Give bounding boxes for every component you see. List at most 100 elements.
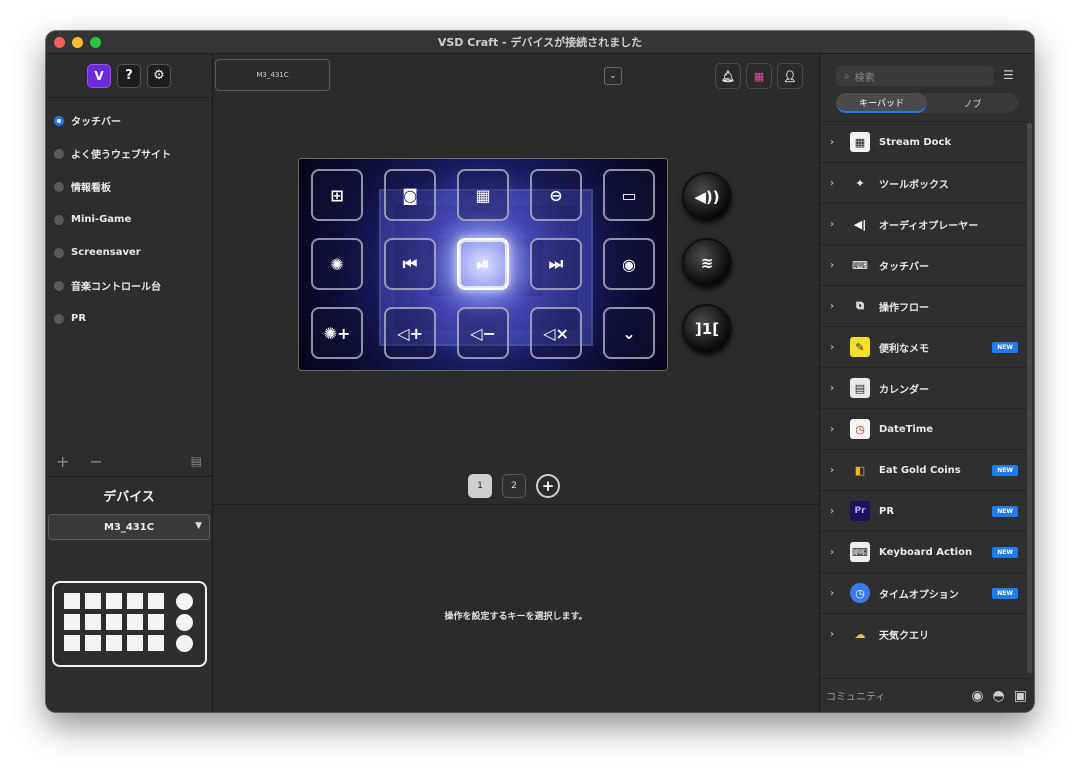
profile-item-touchbar[interactable]: タッチバー — [46, 104, 212, 137]
plugin-label: Eat Gold Coins — [879, 464, 961, 476]
plugin-label: ツールボックス — [879, 179, 949, 191]
settings-button[interactable]: ⚙ — [147, 63, 171, 88]
plugin-item[interactable]: › ◧ Eat Gold Coins NEW — [820, 449, 1028, 490]
chevron-right-icon: › — [830, 587, 835, 599]
profile-item-pr[interactable]: PR — [46, 302, 212, 335]
app-window: VSD Craft - デバイスが接続されました V ? ⚙ タッチバー よく使… — [46, 31, 1034, 712]
plugin-item[interactable]: › ▦ Stream Dock — [820, 121, 1028, 162]
close-window-button[interactable] — [54, 37, 65, 48]
knob-3-page[interactable]: ]1[ — [682, 304, 732, 354]
minimize-window-button[interactable] — [72, 37, 83, 48]
search-placeholder: 検索 — [854, 72, 875, 84]
key-9-next[interactable]: ⏭ — [530, 238, 582, 290]
plugin-item[interactable]: › ⌨ タッチバー — [820, 244, 1028, 285]
plugin-item[interactable]: › Pr PR NEW — [820, 490, 1028, 531]
time-option-icon: ◷ — [850, 583, 870, 603]
toolbox-icon: ✦ — [850, 173, 870, 193]
chat-icon[interactable]: ▣ — [1014, 688, 1027, 704]
title-bar: VSD Craft - デバイスが接続されました — [46, 31, 1034, 54]
key-4-timer[interactable]: ⊖ — [530, 169, 582, 221]
key-10-siri[interactable]: ◉ — [603, 238, 655, 290]
plugin-scrollbar[interactable] — [1027, 123, 1032, 673]
profile-item-websites[interactable]: よく使うウェブサイト — [46, 137, 212, 170]
key-2-screenshot[interactable]: ◙ — [384, 169, 436, 221]
plugin-item[interactable]: › ☁ 天気クエリ — [820, 613, 1028, 654]
key-1-layout[interactable]: ⊞ — [311, 169, 363, 221]
page-dropdown-button[interactable]: ⌄ — [604, 67, 622, 85]
radio-icon — [54, 313, 64, 324]
list-view-icon[interactable]: ☰ — [1003, 68, 1014, 82]
plugin-item[interactable]: › ◷ タイムオプション NEW — [820, 572, 1028, 613]
plugin-item[interactable]: › ⧉ 操作フロー — [820, 285, 1028, 326]
profile-item-music-control[interactable]: 音楽コントロール台 — [46, 269, 212, 302]
device-manage-icon[interactable]: ▤ — [191, 454, 202, 468]
plugin-item[interactable]: › ▤ カレンダー — [820, 367, 1028, 408]
key-14-mute[interactable]: ◁× — [530, 307, 582, 359]
page-1-button[interactable]: 1 — [468, 474, 492, 498]
remove-profile-button[interactable]: − — [89, 452, 102, 471]
plugin-item[interactable]: › ✦ ツールボックス — [820, 162, 1028, 203]
radio-selected-icon — [54, 115, 64, 126]
add-profile-button[interactable]: + — [56, 452, 69, 471]
search-icon: ⌕ — [844, 70, 850, 82]
plugin-label: タッチバー — [879, 261, 929, 273]
profile-label: 音楽コントロール台 — [71, 282, 161, 293]
knob-1-volume[interactable]: ◀)) — [682, 172, 732, 222]
tab-knob[interactable]: ノブ — [927, 93, 1018, 113]
chevron-down-icon: ▼ — [195, 521, 202, 531]
toolbar-right-buttons: 🔔︎ ▦ 👤︎ — [715, 63, 803, 89]
new-badge: NEW — [992, 464, 1018, 476]
plugin-label: DateTime — [879, 423, 934, 435]
profile-label: よく使うウェブサイト — [71, 150, 171, 161]
plugin-item[interactable]: › ✎ 便利なメモ NEW — [820, 326, 1028, 367]
store-button[interactable]: ▦ — [746, 63, 772, 89]
help-button[interactable]: ? — [117, 63, 141, 88]
chevron-right-icon: › — [830, 628, 835, 640]
vsd-logo-button[interactable]: V — [87, 63, 111, 88]
discord-icon[interactable]: ◓ — [993, 688, 1005, 704]
user-icon: 👤︎ — [783, 69, 797, 83]
key-7-previous[interactable]: ⏮ — [384, 238, 436, 290]
premiere-icon: Pr — [850, 501, 870, 521]
profile-item-mini-game[interactable]: Mini-Game — [46, 203, 212, 236]
plugin-label: 天気クエリ — [879, 630, 929, 642]
key-3-apps[interactable]: ▦ — [457, 169, 509, 221]
plugin-item[interactable]: › ⌨ Keyboard Action NEW — [820, 531, 1028, 572]
account-button[interactable]: 👤︎ — [777, 63, 803, 89]
plugin-label: Stream Dock — [879, 136, 952, 148]
knob-2-layers[interactable]: ≋ — [682, 238, 732, 288]
store-icon: ▦ — [753, 69, 765, 83]
key-15-collapse[interactable]: ⌄ — [603, 307, 655, 359]
chevron-right-icon: › — [830, 136, 835, 148]
zoom-window-button[interactable] — [90, 37, 101, 48]
key-11-brightness-up[interactable]: ✺+ — [311, 307, 363, 359]
plugin-label: タイムオプション — [879, 589, 959, 601]
key-6-brightness-down[interactable]: ✺ — [311, 238, 363, 290]
audio-player-icon: ◀| — [850, 214, 870, 234]
plugin-item[interactable]: › ◀| オーディオプレーヤー — [820, 203, 1028, 244]
device-tab[interactable]: M3_431C — [215, 59, 330, 91]
new-badge: NEW — [992, 587, 1018, 599]
key-13-volume-down[interactable]: ◁− — [457, 307, 509, 359]
plugin-panel: ⌕ 検索 ☰ キーパッド ノブ › ▦ Stream Dock › ✦ ツールボックス … — [819, 54, 1034, 712]
add-page-button[interactable]: + — [536, 474, 560, 498]
notification-button[interactable]: 🔔︎ — [715, 63, 741, 89]
reddit-icon[interactable]: ◉ — [971, 688, 983, 704]
key-12-volume-up[interactable]: ◁+ — [384, 307, 436, 359]
touchbar-icon: ⌨ — [850, 255, 870, 275]
profile-item-screensaver[interactable]: Screensaver — [46, 236, 212, 269]
plugin-item[interactable]: › ◷ DateTime — [820, 408, 1028, 449]
key-8-play-pause[interactable]: ⏯ — [457, 238, 509, 290]
plugin-label: オーディオプレーヤー — [879, 220, 979, 232]
keyboard-icon: ⌨ — [850, 542, 870, 562]
profile-item-info-board[interactable]: 情報看板 — [46, 170, 212, 203]
tab-keypad[interactable]: キーパッド — [836, 93, 927, 113]
plugin-search-input[interactable]: ⌕ 検索 — [836, 66, 994, 86]
device-select[interactable]: M3_431C ▼ — [48, 514, 210, 540]
key-5-screen[interactable]: ▭ — [603, 169, 655, 221]
page-2-button[interactable]: 2 — [502, 474, 526, 498]
device-knobs-icon — [176, 593, 193, 652]
profile-label: タッチバー — [71, 117, 121, 128]
device-select-value: M3_431C — [103, 521, 155, 533]
plugin-label: PR — [879, 505, 895, 517]
